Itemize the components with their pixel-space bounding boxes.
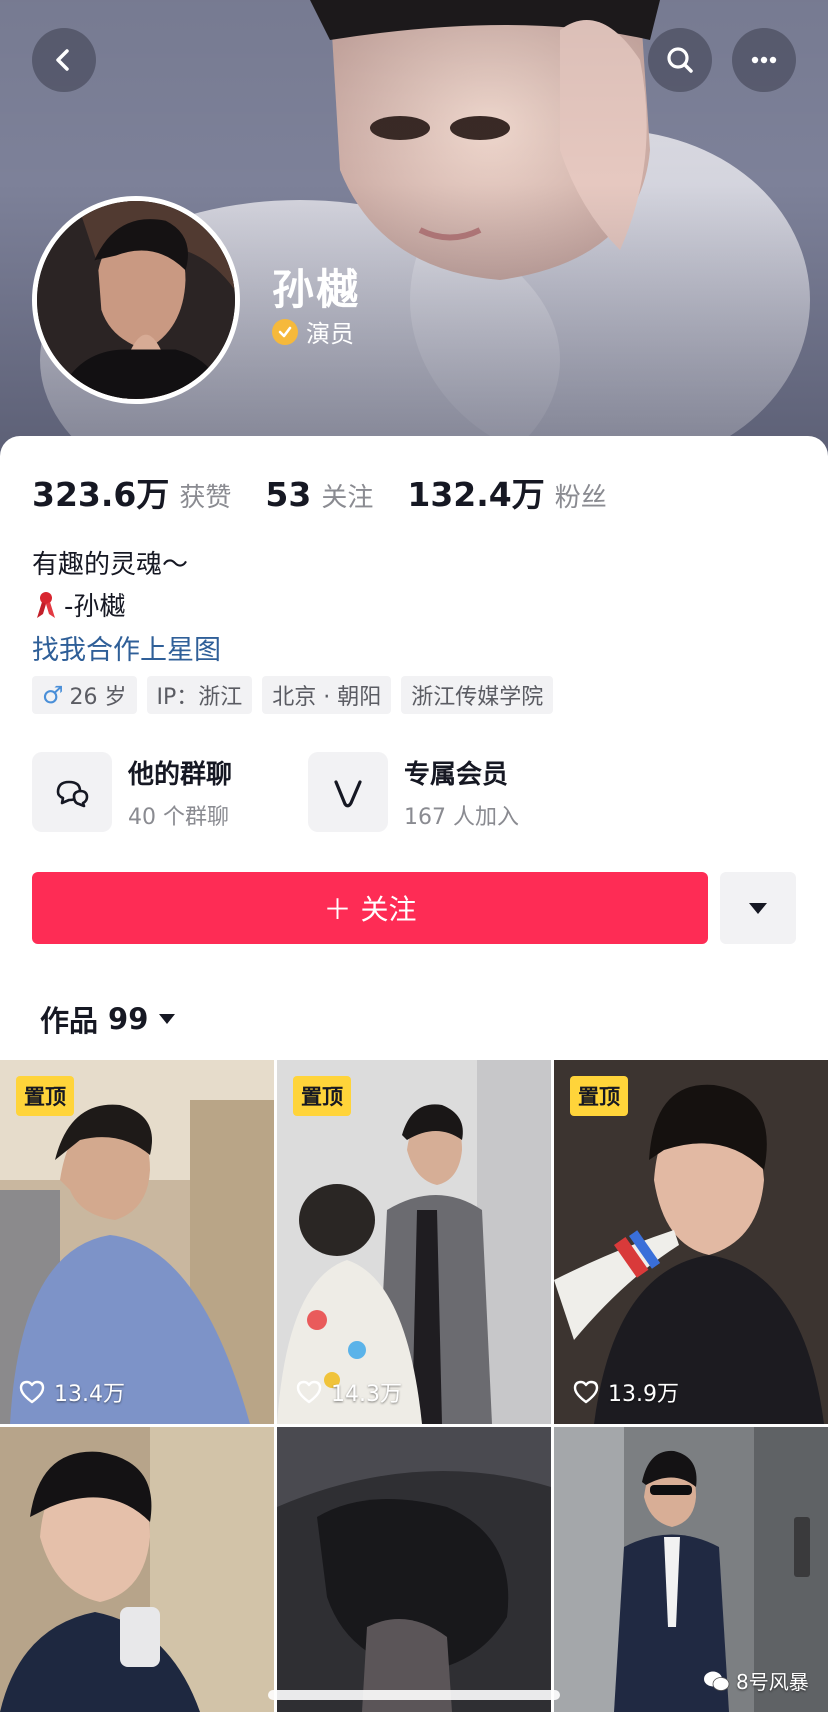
like-count-text: 14.3万 xyxy=(331,1382,402,1407)
works-count: 99 xyxy=(108,1002,149,1036)
membership-title: 专属会员 xyxy=(404,759,509,790)
pinned-badge: 置顶 xyxy=(293,1076,351,1116)
wechat-icon xyxy=(704,1671,730,1691)
stat-label: 关注 xyxy=(321,483,374,513)
profile-name: 孙樾 xyxy=(272,265,361,314)
group-chat-title: 他的群聊 xyxy=(128,759,233,790)
pinned-badge: 置顶 xyxy=(570,1076,628,1116)
stat-label: 获赞 xyxy=(179,483,232,513)
verified-label: 演员 xyxy=(306,320,354,348)
stat-followers[interactable]: 132.4万 粉丝 xyxy=(407,468,606,516)
more-button[interactable] xyxy=(732,28,796,92)
back-button[interactable] xyxy=(32,28,96,92)
heart-icon xyxy=(296,1380,322,1404)
profile-tags: ♂ 26 岁 IP：浙江 北京 · 朝阳 浙江传媒学院 xyxy=(32,676,554,714)
heart-icon xyxy=(573,1380,599,1404)
back-chevron-icon xyxy=(56,49,69,71)
watermark: 8号风暴 xyxy=(702,1666,809,1695)
video-tile[interactable] xyxy=(277,1427,551,1712)
tag-location: 北京 · 朝阳 xyxy=(262,676,392,714)
video-thumbnail xyxy=(277,1427,551,1712)
stat-following[interactable]: 53 关注 xyxy=(265,475,373,514)
like-count: 13.4万 xyxy=(18,1376,125,1408)
stat-value: 53 xyxy=(265,475,312,514)
watermark-text: 8号风暴 xyxy=(736,1670,809,1694)
video-tile[interactable] xyxy=(0,1427,274,1712)
caret-down-icon xyxy=(749,903,767,914)
collaboration-link[interactable]: 找我合作上星图 xyxy=(32,628,221,667)
profile-card xyxy=(0,436,828,1056)
membership-text: 专属会员 167 人加入 xyxy=(404,754,519,831)
like-count-text: 13.4万 xyxy=(54,1382,125,1407)
member-v-icon xyxy=(308,752,388,832)
video-tile[interactable]: 置顶 13.9万 xyxy=(554,1060,828,1424)
heart-icon xyxy=(19,1380,45,1404)
like-count: 13.9万 xyxy=(572,1376,679,1408)
tab-works[interactable]: 作品 99 xyxy=(40,998,176,1040)
chat-bubbles-icon xyxy=(32,752,112,832)
bio-signature: -孙樾 xyxy=(64,592,126,622)
like-count-text: 13.9万 xyxy=(608,1382,679,1407)
follow-button[interactable]: ＋ 关注 xyxy=(32,872,708,944)
avatar[interactable] xyxy=(32,196,240,404)
stat-value: 132.4万 xyxy=(407,475,545,514)
male-icon: ♂ xyxy=(42,681,64,709)
group-chat-count: 40 个群聊 xyxy=(128,804,229,830)
video-thumbnail xyxy=(0,1427,274,1712)
tag-age-text: 26 岁 xyxy=(69,685,127,710)
stat-likes[interactable]: 323.6万 获赞 xyxy=(32,468,231,516)
membership-count: 167 人加入 xyxy=(404,804,519,830)
pinned-badge: 置顶 xyxy=(16,1076,74,1116)
group-chat-entry[interactable]: 他的群聊 40 个群聊 xyxy=(32,752,308,832)
caret-down-icon xyxy=(159,1014,176,1024)
home-indicator xyxy=(268,1690,560,1700)
group-chat-text: 他的群聊 40 个群聊 xyxy=(128,754,232,831)
bio-line-1: 有趣的灵魂～ xyxy=(32,550,189,580)
verified-check-icon xyxy=(272,318,298,345)
stats-row: 323.6万 获赞 53 关注 132.4万 粉丝 xyxy=(32,468,641,516)
ribbon-icon xyxy=(37,591,55,618)
tag-gender-age: ♂ 26 岁 xyxy=(32,676,137,714)
search-button[interactable] xyxy=(648,28,712,92)
feature-entries: 他的群聊 40 个群聊 专属会员 167 人加入 xyxy=(32,752,584,832)
video-tile[interactable]: 置顶 14.3万 xyxy=(277,1060,551,1424)
stat-value: 323.6万 xyxy=(32,475,170,514)
video-tile[interactable]: 置顶 13.4万 xyxy=(0,1060,274,1424)
tag-school[interactable]: 浙江传媒学院 xyxy=(401,676,554,714)
membership-entry[interactable]: 专属会员 167 人加入 xyxy=(308,752,584,832)
like-count: 14.3万 xyxy=(295,1376,402,1408)
works-grid: 置顶 13.4万 置顶 14.3万 置顶 13.9万 xyxy=(0,1060,828,1712)
tag-ip: IP：浙江 xyxy=(146,676,253,714)
more-dots-icon xyxy=(751,56,777,64)
verification: 演员 xyxy=(272,314,354,349)
more-actions-dropdown[interactable] xyxy=(720,872,796,944)
bio-line-2: -孙樾 xyxy=(32,586,125,623)
search-icon xyxy=(667,47,693,73)
works-label: 作品 xyxy=(40,1004,99,1038)
avatar-photo xyxy=(37,201,235,399)
stat-label: 粉丝 xyxy=(554,483,607,513)
